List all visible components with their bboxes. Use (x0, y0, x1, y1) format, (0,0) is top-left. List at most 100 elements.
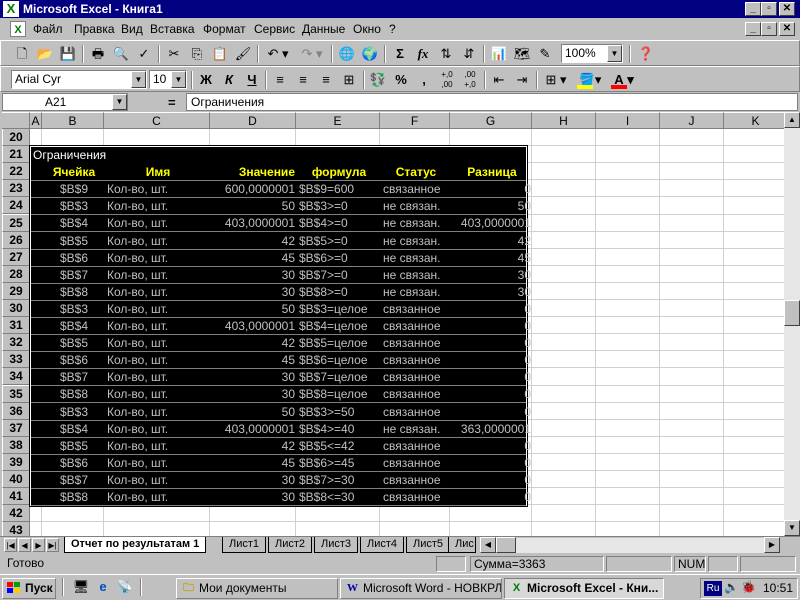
report-cell[interactable]: $B$3=целое (299, 301, 379, 318)
quicklaunch-channels-icon[interactable]: 📡 (114, 577, 136, 597)
report-header-cell[interactable]: Статус (383, 164, 449, 181)
report-header-cell[interactable]: Ячейка (45, 164, 103, 181)
first-sheet-icon[interactable]: |◀ (4, 538, 17, 552)
report-cell[interactable]: $B$8<=30 (299, 489, 379, 506)
menu-help[interactable]: ? (389, 22, 396, 36)
report-cell[interactable]: $B$3>=50 (299, 404, 379, 421)
report-cell[interactable]: $B$4=целое (299, 318, 379, 335)
row-header-33[interactable]: 33 (2, 351, 30, 369)
font-name-select[interactable]: Arial Cyr ▼ (11, 70, 147, 89)
report-cell[interactable]: 50 (213, 198, 295, 215)
report-cell[interactable]: $B$5=целое (299, 335, 379, 352)
report-header-cell[interactable]: формула (299, 164, 379, 181)
sheet-tab-list4[interactable]: Лист4 (360, 537, 405, 553)
worksheet-grid[interactable]: ABCDEFGHIJK 20 21 22 23 24 25 26 27 28 29 30 31 32 33… (2, 112, 784, 536)
report-cell[interactable]: 0 (453, 301, 531, 318)
report-cell[interactable]: $B$7 (45, 369, 103, 386)
sheet-tab-report[interactable]: Отчет по результатам 1 (64, 537, 207, 553)
underline-button[interactable]: Ч (241, 70, 263, 90)
report-cell[interactable]: $B$3 (45, 404, 103, 421)
edit-formula-button[interactable]: = (168, 95, 176, 110)
column-header-b[interactable]: B (42, 112, 104, 129)
row-header-30[interactable]: 30 (2, 300, 30, 318)
row-header-39[interactable]: 39 (2, 453, 30, 471)
row-header-21[interactable]: 21 (2, 146, 30, 164)
report-cell[interactable]: $B$7 (45, 267, 103, 284)
autosum-icon[interactable]: Σ (389, 44, 411, 64)
sheet-tab-list1[interactable]: Лист1 (222, 537, 267, 553)
report-cell[interactable]: $B$4>=0 (299, 215, 379, 232)
menu-edit[interactable]: Правка (74, 22, 115, 36)
currency-icon[interactable]: 💱 (367, 70, 389, 90)
column-header-g[interactable]: G (450, 112, 532, 129)
align-center-icon[interactable]: ≡ (292, 70, 314, 90)
report-cell[interactable]: $B$5>=0 (299, 233, 379, 250)
row-header-42[interactable]: 42 (2, 505, 30, 523)
report-cell[interactable]: связанное (383, 472, 449, 489)
report-cell[interactable]: $B$6 (45, 250, 103, 267)
report-cell[interactable]: 30 (453, 267, 531, 284)
font-color-icon[interactable]: А ▾ (608, 70, 640, 90)
web-toolbar-icon[interactable]: 🌍 (359, 44, 381, 64)
excel-icon[interactable]: X (3, 1, 19, 17)
row-header-38[interactable]: 38 (2, 436, 30, 454)
vertical-scrollbar[interactable]: ▲ ▼ (784, 112, 800, 536)
decrease-indent-icon[interactable]: ⇤ (488, 70, 510, 90)
report-cell[interactable]: связанное (383, 301, 449, 318)
report-cell[interactable]: Кол-во, шт. (107, 489, 209, 506)
report-cell[interactable]: $B$6>=45 (299, 455, 379, 472)
maximize-button[interactable]: ▫ (761, 2, 777, 16)
office-assistant-icon[interactable]: ❓ (635, 44, 657, 64)
report-cell[interactable]: Кол-во, шт. (107, 335, 209, 352)
report-cell[interactable]: $B$4 (45, 215, 103, 232)
undo-icon[interactable]: ↶ ▾ (262, 44, 294, 64)
row-header-25[interactable]: 25 (2, 214, 30, 232)
report-cell[interactable]: связанное (383, 369, 449, 386)
percent-button[interactable]: % (390, 70, 412, 90)
prev-sheet-icon[interactable]: ◀ (18, 538, 31, 552)
bold-button[interactable]: Ж (195, 70, 217, 90)
select-all-corner[interactable] (2, 112, 30, 129)
report-cell[interactable]: не связан. (383, 267, 449, 284)
report-cell[interactable]: 45 (213, 250, 295, 267)
row-header-22[interactable]: 22 (2, 163, 30, 181)
report-cell[interactable]: 0 (453, 318, 531, 335)
report-cell[interactable]: 600,0000001 (213, 181, 295, 198)
last-sheet-icon[interactable]: ▶| (46, 538, 59, 552)
sheet-tab-list2[interactable]: Лист2 (268, 537, 313, 553)
sheet-tab-list3[interactable]: Лист3 (314, 537, 359, 553)
row-header-40[interactable]: 40 (2, 471, 30, 489)
report-cell[interactable]: не связан. (383, 233, 449, 250)
doc-minimize-button[interactable]: _ (745, 22, 761, 36)
column-header-a[interactable]: A (30, 112, 42, 129)
report-cell[interactable]: 0 (453, 489, 531, 506)
row-header-43[interactable]: 43 (2, 522, 30, 536)
report-cell[interactable]: Кол-во, шт. (107, 250, 209, 267)
report-cell[interactable]: 45 (213, 352, 295, 369)
report-cell[interactable]: Кол-во, шт. (107, 438, 209, 455)
report-cell[interactable]: $B$7=целое (299, 369, 379, 386)
report-cell[interactable]: $B$9=600 (299, 181, 379, 198)
report-header-cell[interactable]: Значение (213, 164, 295, 181)
align-right-icon[interactable]: ≡ (315, 70, 337, 90)
report-cell[interactable]: 0 (453, 455, 531, 472)
row-header-24[interactable]: 24 (2, 197, 30, 215)
drawing-icon[interactable]: ✎ (534, 44, 556, 64)
copy-icon[interactable]: ⎘ (186, 44, 208, 64)
report-cell[interactable]: 0 (453, 181, 531, 198)
language-indicator[interactable]: Ru (704, 581, 722, 596)
menu-insert[interactable]: Вставка (150, 22, 195, 36)
report-cell[interactable]: связанное (383, 404, 449, 421)
report-cell[interactable]: не связан. (383, 215, 449, 232)
print-preview-icon[interactable]: 🔍 (110, 44, 132, 64)
report-cell[interactable]: Кол-во, шт. (107, 318, 209, 335)
doc-close-button[interactable]: ✕ (779, 22, 795, 36)
report-cell[interactable]: связанное (383, 335, 449, 352)
report-cell[interactable]: 0 (453, 386, 531, 403)
report-cell[interactable]: $B$5 (45, 438, 103, 455)
close-button[interactable]: ✕ (779, 2, 795, 16)
map-icon[interactable]: 🗺 (511, 44, 533, 64)
report-cell[interactable]: Кол-во, шт. (107, 386, 209, 403)
report-cell[interactable]: 42 (213, 335, 295, 352)
redo-icon[interactable]: ↷ ▾ (296, 44, 328, 64)
